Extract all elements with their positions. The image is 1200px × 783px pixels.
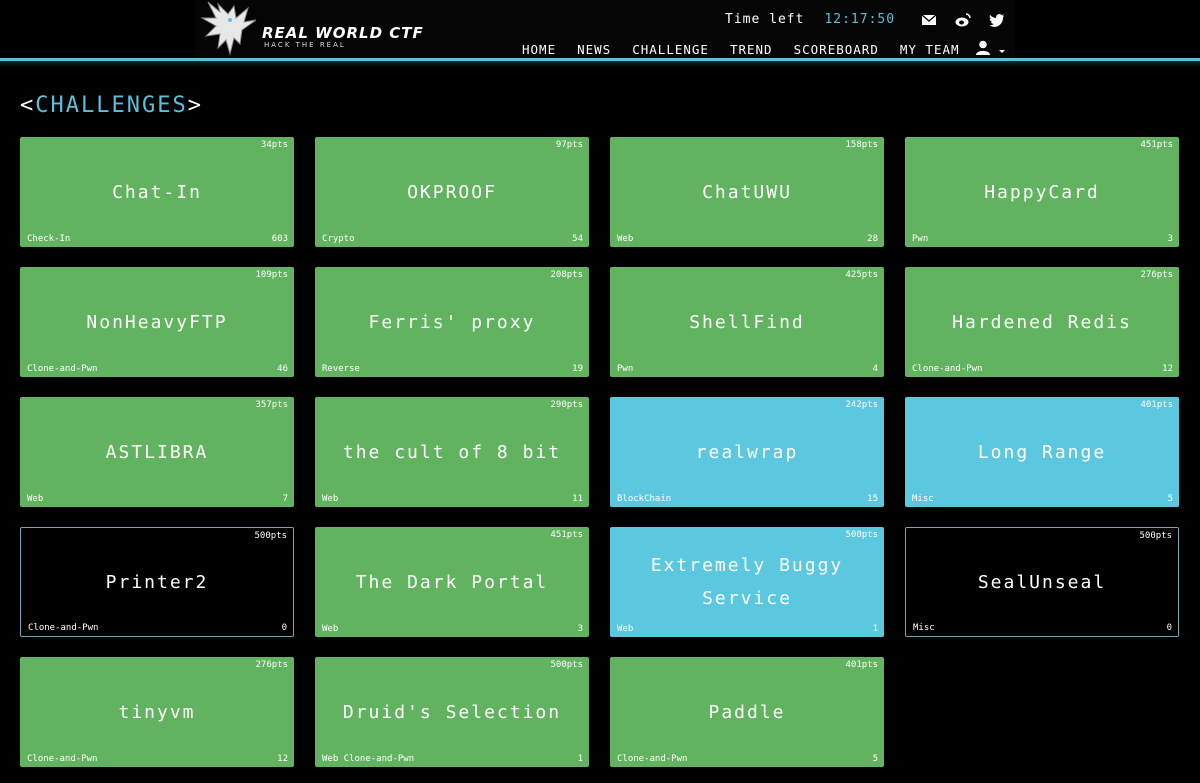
challenge-solves: 0 [1166,623,1172,633]
challenge-card[interactable]: 500pts Extremely Buggy Service Web 1 [610,527,884,637]
challenge-card[interactable]: 451pts The Dark Portal Web 3 [315,527,589,637]
challenge-solves: 3 [1167,234,1173,244]
challenge-solves: 1 [577,754,583,764]
challenge-card[interactable]: 97pts OKPROOF Crypto 54 [315,137,589,247]
challenge-category: Web [27,494,44,504]
challenge-grid: 34pts Chat-In Check-In 603 97pts OKPROOF Crypt… [20,137,1180,777]
challenge-solves: 11 [572,494,583,504]
challenge-category: Clone-and-Pwn [27,754,98,764]
challenge-name: Druid's Selection [342,701,562,723]
challenge-solves: 5 [1167,494,1173,504]
challenge-name: Long Range [977,441,1107,463]
nav-challenge[interactable]: CHALLENGE [632,42,709,57]
challenge-solves: 54 [572,234,583,244]
challenge-category: Check-In [27,234,71,244]
challenge-solves: 1 [872,624,878,634]
twitter-icon[interactable] [989,12,1005,28]
challenge-card[interactable]: 208pts Ferris' proxy Reverse 19 [315,267,589,377]
challenge-name: Chat-In [112,181,202,203]
challenge-name: OKPROOF [407,181,497,203]
challenge-solves: 0 [281,623,287,633]
challenge-name: the cult of 8 bit [342,441,562,463]
weibo-icon[interactable] [955,12,971,28]
challenge-solves: 7 [282,494,288,504]
challenge-name: HappyCard [984,181,1100,203]
nav-home[interactable]: HOME [522,42,556,57]
challenge-card[interactable]: 401pts Long Range Misc 5 [905,397,1179,507]
challenge-category: Reverse [322,364,360,374]
challenge-name: Ferris' proxy [368,311,536,333]
challenge-solves: 12 [1162,364,1173,374]
challenge-category: Web [617,234,634,244]
nav-my-team[interactable]: MY TEAM [900,42,960,57]
timer-value: 12:17:50 [824,12,896,27]
challenge-solves: 46 [277,364,288,374]
challenge-card[interactable]: 401pts Paddle Clone-and-Pwn 5 [610,657,884,767]
challenge-category: Clone-and-Pwn [28,623,99,633]
challenge-card[interactable]: 500pts SealUnseal Misc 0 [905,527,1179,637]
challenge-category: Web [322,624,339,634]
challenge-card[interactable]: 276pts tinyvm Clone-and-Pwn 12 [20,657,294,767]
challenge-solves: 28 [867,234,878,244]
challenge-name: Hardened Redis [952,311,1132,333]
user-icon [976,40,1005,55]
challenge-solves: 3 [577,624,583,634]
challenge-category: BlockChain [617,494,672,504]
challenge-name: realwrap [695,441,799,463]
page-title: <CHALLENGES> [20,93,203,118]
challenge-card[interactable]: 357pts ASTLIBRA Web 7 [20,397,294,507]
challenge-category: Web [322,494,339,504]
nav-scoreboard[interactable]: SCOREBOARD [794,42,879,57]
nav-news[interactable]: NEWS [577,42,611,57]
challenge-card[interactable]: 158pts ChatUWU Web 28 [610,137,884,247]
brand-tagline: HACK THE REAL [264,41,346,49]
challenge-name: ChatUWU [702,181,792,203]
challenge-card[interactable]: 276pts Hardened Redis Clone-and-Pwn 12 [905,267,1179,377]
user-menu[interactable] [975,40,1009,56]
header-shadow [0,61,1200,67]
challenge-card[interactable]: 34pts Chat-In Check-In 603 [20,137,294,247]
challenge-category: Pwn [912,234,929,244]
challenge-card[interactable]: 109pts NonHeavyFTP Clone-and-Pwn 46 [20,267,294,377]
site-logo[interactable]: REAL WORLD CTF HACK THE REAL [200,0,423,58]
challenge-name: Paddle [708,701,786,723]
challenge-solves: 5 [872,754,878,764]
challenge-category: Misc [912,494,934,504]
challenge-category: Pwn [617,364,634,374]
challenge-solves: 15 [867,494,878,504]
challenge-name: tinyvm [118,701,196,723]
challenge-name: Printer2 [105,571,209,593]
challenge-solves: 603 [271,234,288,244]
dragon-logo-icon [200,1,257,56]
challenge-category: Misc [913,623,935,633]
challenge-solves: 19 [572,364,583,374]
challenge-name: The Dark Portal [355,571,549,593]
challenge-solves: 12 [277,754,288,764]
challenge-category: Web Clone-and-Pwn [322,754,415,764]
challenge-category: Clone-and-Pwn [912,364,983,374]
challenge-card[interactable]: 451pts HappyCard Pwn 3 [905,137,1179,247]
challenge-category: Clone-and-Pwn [27,364,98,374]
challenge-card[interactable]: 500pts Druid's Selection Web Clone-and-Pwn… [315,657,589,767]
challenge-card[interactable]: 500pts Printer2 Clone-and-Pwn 0 [20,527,294,637]
timer-label: Time left [725,12,805,27]
challenge-category: Clone-and-Pwn [617,754,688,764]
challenge-card[interactable]: 242pts realwrap BlockChain 15 [610,397,884,507]
challenge-card[interactable]: 290pts the cult of 8 bit Web 11 [315,397,589,507]
challenge-name: SealUnseal [977,571,1107,593]
challenge-name: Extremely Buggy Service [650,555,844,609]
nav-trend[interactable]: TREND [730,42,773,57]
challenge-name: NonHeavyFTP [86,311,228,333]
challenge-solves: 4 [872,364,878,374]
challenge-category: Crypto [322,234,355,244]
challenge-card[interactable]: 425pts ShellFind Pwn 4 [610,267,884,377]
challenge-name: ShellFind [689,311,805,333]
brand-name: REAL WORLD CTF [262,24,424,42]
challenge-name: ASTLIBRA [105,441,209,463]
main-nav: HOME NEWS CHALLENGE TREND SCOREBOARD MY … [522,42,981,57]
countdown-timer: Time left 12:17:50 [725,12,895,27]
challenge-category: Web [617,624,634,634]
mail-icon[interactable] [921,12,937,28]
page-title-text: CHALLENGES [35,93,188,118]
